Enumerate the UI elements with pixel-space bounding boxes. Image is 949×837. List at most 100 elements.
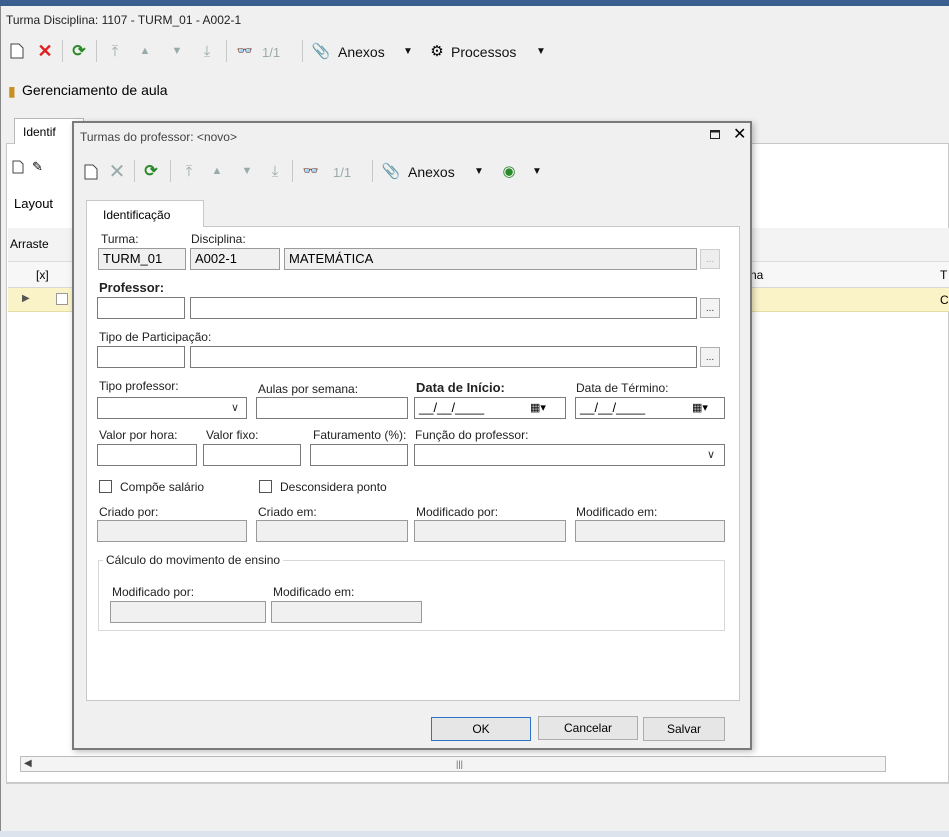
chevron-down-icon[interactable]: ∨ (231, 401, 239, 414)
professor-name-input[interactable] (190, 297, 697, 319)
section-title: Gerenciamento de aula (22, 82, 168, 98)
criado-por-label: Criado por: (99, 505, 159, 519)
row-checkbox[interactable] (56, 293, 68, 305)
chevron-down-icon[interactable]: ∨ (707, 448, 715, 461)
calc-modificado-por-label: Modificado por: (112, 585, 195, 599)
layout-menu[interactable]: Layout (14, 196, 53, 211)
record-counter: 1/1 (333, 165, 352, 180)
binoculars-icon[interactable]: 👓 (236, 42, 254, 60)
turma-field: TURM_01 (98, 248, 186, 270)
turma-label: Turma: (101, 232, 139, 246)
chevron-down-icon[interactable]: ▼ (532, 166, 542, 177)
processes-menu[interactable]: Processos (451, 44, 516, 60)
globe-icon[interactable]: ◉ (500, 162, 518, 180)
column-header[interactable]: T (940, 268, 947, 282)
modificado-por-label: Modificado por: (416, 505, 499, 519)
scroll-grip-icon[interactable]: ||| (456, 759, 463, 769)
funcao-professor-label: Função do professor: (415, 428, 529, 442)
tipo-participacao-label: Tipo de Participação: (99, 330, 212, 344)
disciplina-code-field: A002-1 (190, 248, 280, 270)
delete-icon[interactable]: ✕ (108, 161, 126, 183)
taskbar-strip (0, 831, 949, 837)
faturamento-input[interactable] (310, 444, 408, 466)
toolbar-separator (292, 160, 293, 182)
aulas-semana-label: Aulas por semana: (258, 382, 359, 396)
tipo-participacao-name-input[interactable] (190, 346, 697, 368)
funcao-professor-select[interactable] (414, 444, 725, 466)
next-record-icon[interactable]: ▼ (168, 42, 186, 60)
tab-identificacao[interactable]: Identificação (86, 200, 204, 227)
paperclip-icon: 📎 (311, 43, 331, 60)
modificado-em-field (575, 520, 725, 542)
refresh-icon[interactable]: ⟳ (70, 42, 88, 60)
column-header-select[interactable]: [x] (36, 268, 49, 282)
edit-icon[interactable]: ✎ (32, 159, 43, 175)
calendar-icon[interactable]: ▦▾ (530, 401, 546, 414)
data-termino-label: Data de Término: (576, 381, 669, 395)
new-record-icon[interactable] (8, 42, 26, 60)
next-record-icon[interactable]: ▼ (238, 162, 256, 180)
scroll-left-icon[interactable]: ◀ (24, 758, 32, 769)
cancel-button[interactable]: Cancelar (538, 716, 638, 740)
disciplina-lookup-button: ... (700, 249, 720, 269)
toolbar-separator (170, 160, 171, 182)
first-record-icon[interactable]: ⤒ (106, 42, 124, 60)
tipo-professor-select[interactable] (97, 397, 247, 419)
desconsidera-ponto-checkbox[interactable] (259, 480, 272, 493)
professor-lookup-button[interactable]: ... (700, 298, 720, 318)
chevron-down-icon[interactable]: ▼ (403, 46, 413, 57)
previous-record-icon[interactable]: ▲ (136, 42, 154, 60)
save-button[interactable]: Salvar (643, 717, 725, 741)
ok-button[interactable]: OK (431, 717, 531, 741)
compoe-salario-label: Compõe salário (120, 480, 205, 494)
close-icon[interactable]: ✕ (733, 124, 746, 144)
first-record-icon[interactable]: ⤒ (180, 162, 198, 180)
valor-fixo-input[interactable] (203, 444, 301, 466)
aulas-semana-input[interactable] (256, 397, 408, 419)
valor-hora-label: Valor por hora: (99, 428, 178, 442)
table-cell: C (940, 293, 949, 307)
compoe-salario-checkbox[interactable] (99, 480, 112, 493)
disciplina-name-field: MATEMÁTICA (284, 248, 697, 270)
faturamento-label: Faturamento (%): (313, 428, 407, 442)
refresh-icon[interactable]: ⟳ (142, 162, 160, 180)
modificado-por-field (414, 520, 566, 542)
paperclip-icon: 📎 (381, 163, 401, 180)
professor-code-input[interactable] (97, 297, 185, 319)
toolbar-separator (96, 40, 97, 62)
horizontal-scrollbar[interactable] (20, 756, 886, 772)
status-bar (6, 783, 949, 821)
dialog-title: Turmas do professor: <novo> (80, 130, 237, 144)
delete-icon[interactable]: ✕ (36, 41, 54, 61)
calc-modificado-em-field (271, 601, 422, 623)
calc-modificado-por-field (110, 601, 266, 623)
previous-record-icon[interactable]: ▲ (208, 162, 226, 180)
new-record-icon[interactable] (12, 160, 24, 177)
attachments-menu[interactable]: Anexos (408, 164, 455, 180)
binoculars-icon[interactable]: 👓 (302, 162, 320, 180)
calculo-group-title: Cálculo do movimento de ensino (103, 553, 284, 567)
new-record-icon[interactable] (82, 163, 100, 181)
criado-por-field (97, 520, 247, 542)
data-inicio-label: Data de Início: (416, 380, 505, 395)
group-by-hint: Arraste (10, 237, 49, 251)
chevron-down-icon[interactable]: ▼ (536, 46, 546, 57)
toolbar-separator (134, 160, 135, 182)
desconsidera-ponto-label: Desconsidera ponto (280, 480, 387, 494)
calendar-icon[interactable]: ▦▾ (692, 401, 708, 414)
attachments-menu[interactable]: Anexos (338, 44, 385, 60)
toolbar-separator (372, 160, 373, 182)
last-record-icon[interactable]: ⤓ (266, 162, 284, 180)
maximize-icon[interactable] (710, 128, 720, 142)
valor-hora-input[interactable] (97, 444, 197, 466)
processes-icon: ⚙ (430, 43, 444, 60)
column-header[interactable]: na (750, 268, 763, 282)
modificado-em-label: Modificado em: (576, 505, 658, 519)
disciplina-label: Disciplina: (191, 232, 246, 246)
valor-fixo-label: Valor fixo: (206, 428, 259, 442)
main-window-title: Turma Disciplina: 1107 - TURM_01 - A002-… (6, 13, 242, 27)
tipo-participacao-lookup-button[interactable]: ... (700, 347, 720, 367)
last-record-icon[interactable]: ⤓ (198, 42, 216, 60)
chevron-down-icon[interactable]: ▼ (474, 166, 484, 177)
tipo-participacao-code-input[interactable] (97, 346, 185, 368)
